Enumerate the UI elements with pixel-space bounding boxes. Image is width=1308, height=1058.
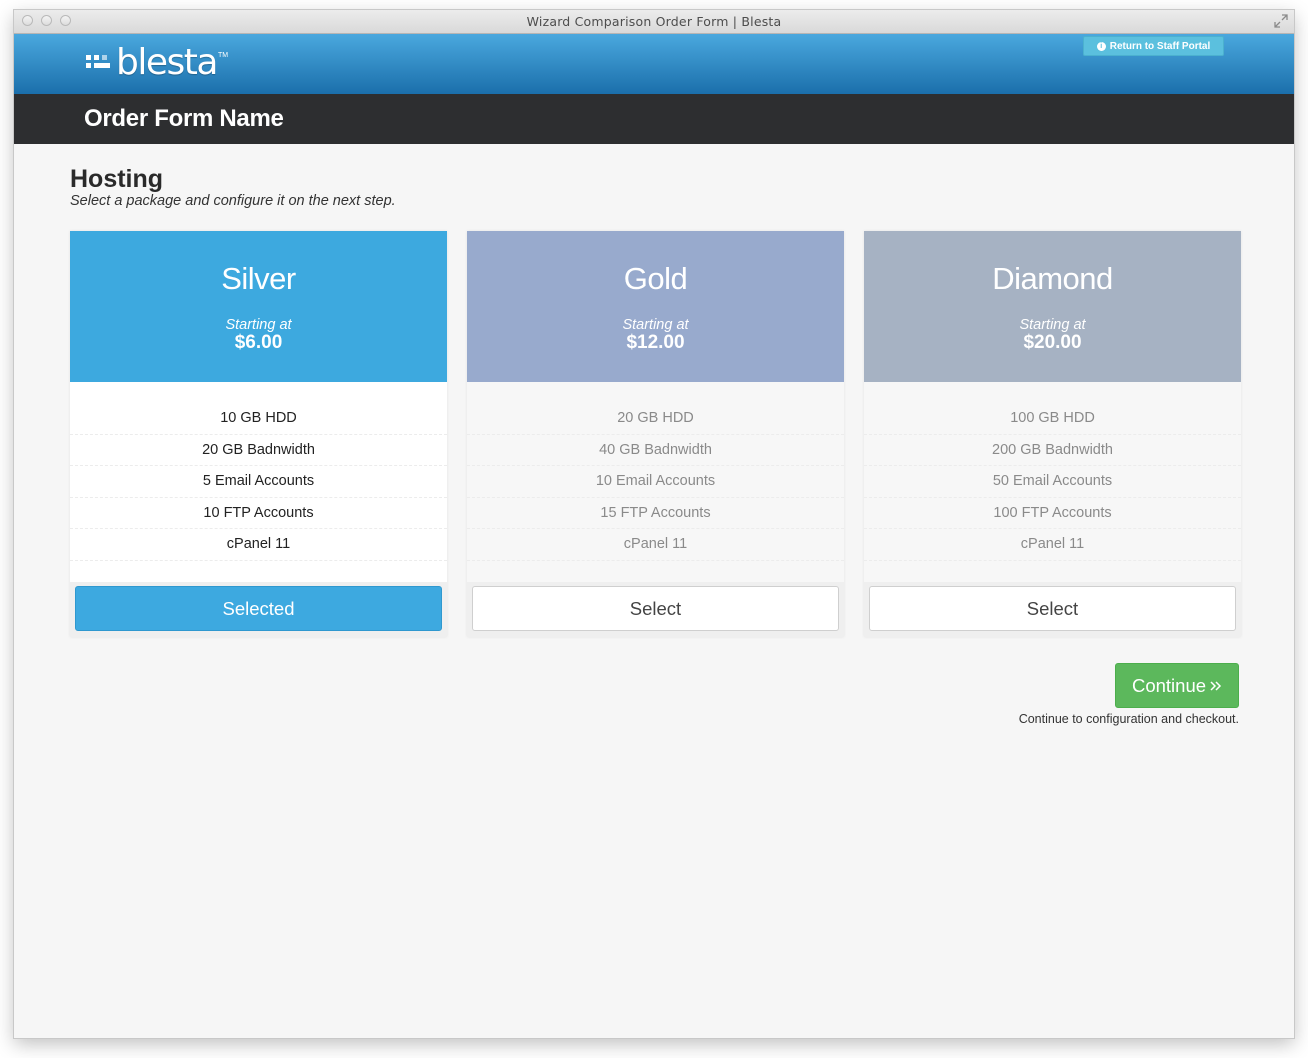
continue-note: Continue to configuration and checkout. — [1018, 712, 1239, 726]
continue-button[interactable]: Continue — [1115, 663, 1239, 708]
plan-feature: 100 FTP Accounts — [864, 498, 1241, 529]
order-form-bar: Order Form Name — [14, 94, 1294, 144]
plan-price: $6.00 — [234, 332, 283, 353]
return-to-staff-portal-label: Return to Staff Portal — [1109, 40, 1211, 52]
plan-starting-label: Starting at — [1019, 317, 1086, 333]
browser-window: Wizard Comparison Order Form | Blesta bl… — [14, 10, 1294, 1038]
blesta-logo-icon — [86, 54, 110, 68]
order-form-name: Order Form Name — [84, 105, 284, 132]
title-bar: Wizard Comparison Order Form | Blesta — [14, 10, 1294, 34]
site-header: blesta TM i Return to Staff Portal — [14, 34, 1294, 94]
plan-features: 20 GB HDD 40 GB Badnwidth 10 Email Accou… — [467, 382, 844, 582]
plan-card-diamond[interactable]: Diamond Starting at $20.00 100 GB HDD 20… — [864, 231, 1241, 637]
plan-feature: 40 GB Badnwidth — [467, 435, 844, 466]
plan-feature: 10 Email Accounts — [467, 466, 844, 498]
plan-features: 100 GB HDD 200 GB Badnwidth 50 Email Acc… — [864, 382, 1241, 582]
section-title: Hosting — [70, 165, 164, 193]
plan-price: $12.00 — [626, 332, 685, 353]
plan-feature: 15 FTP Accounts — [467, 498, 844, 529]
plan-feature: 20 GB Badnwidth — [70, 435, 447, 466]
double-chevron-right-icon — [1210, 680, 1222, 691]
logo-trademark: TM — [217, 52, 229, 59]
plan-feature: 10 GB HDD — [70, 403, 447, 435]
plan-name: Gold — [623, 261, 688, 296]
plan-header: Silver Starting at $6.00 — [70, 231, 447, 382]
plan-feature: cPanel 11 — [864, 529, 1241, 561]
plan-select-button[interactable]: Select — [472, 586, 839, 631]
plan-feature: cPanel 11 — [70, 529, 447, 561]
plan-feature: 200 GB Badnwidth — [864, 435, 1241, 466]
continue-label: Continue — [1131, 674, 1207, 696]
section-subtitle: Select a package and configure it on the… — [70, 193, 396, 209]
fullscreen-icon[interactable] — [1274, 14, 1288, 28]
plan-feature: 100 GB HDD — [864, 403, 1241, 435]
plan-feature: 20 GB HDD — [467, 403, 844, 435]
logo-text: blesta — [116, 42, 218, 83]
plan-header: Gold Starting at $12.00 — [467, 231, 844, 382]
plan-features: 10 GB HDD 20 GB Badnwidth 5 Email Accoun… — [70, 382, 447, 582]
plan-starting-label: Starting at — [622, 317, 689, 333]
window-title: Wizard Comparison Order Form | Blesta — [526, 14, 782, 29]
plan-feature: 10 FTP Accounts — [70, 498, 447, 529]
plan-name: Diamond — [992, 261, 1113, 296]
plan-price: $20.00 — [1023, 332, 1082, 353]
plan-card-silver[interactable]: Silver Starting at $6.00 10 GB HDD 20 GB… — [70, 231, 447, 637]
plan-select-button[interactable]: Select — [869, 586, 1236, 631]
blesta-logo[interactable]: blesta TM — [84, 42, 228, 83]
plan-card-gold[interactable]: Gold Starting at $12.00 20 GB HDD 40 GB … — [467, 231, 844, 637]
plan-starting-label: Starting at — [225, 317, 292, 333]
plan-name: Silver — [221, 261, 296, 296]
plan-feature: 5 Email Accounts — [70, 466, 447, 498]
info-icon: i — [1096, 41, 1106, 51]
plan-header: Diamond Starting at $20.00 — [864, 231, 1241, 382]
plan-feature: 50 Email Accounts — [864, 466, 1241, 498]
plan-feature: cPanel 11 — [467, 529, 844, 561]
plan-select-button[interactable]: Selected — [75, 586, 442, 631]
return-to-staff-portal-button[interactable]: i Return to Staff Portal — [1083, 36, 1224, 56]
